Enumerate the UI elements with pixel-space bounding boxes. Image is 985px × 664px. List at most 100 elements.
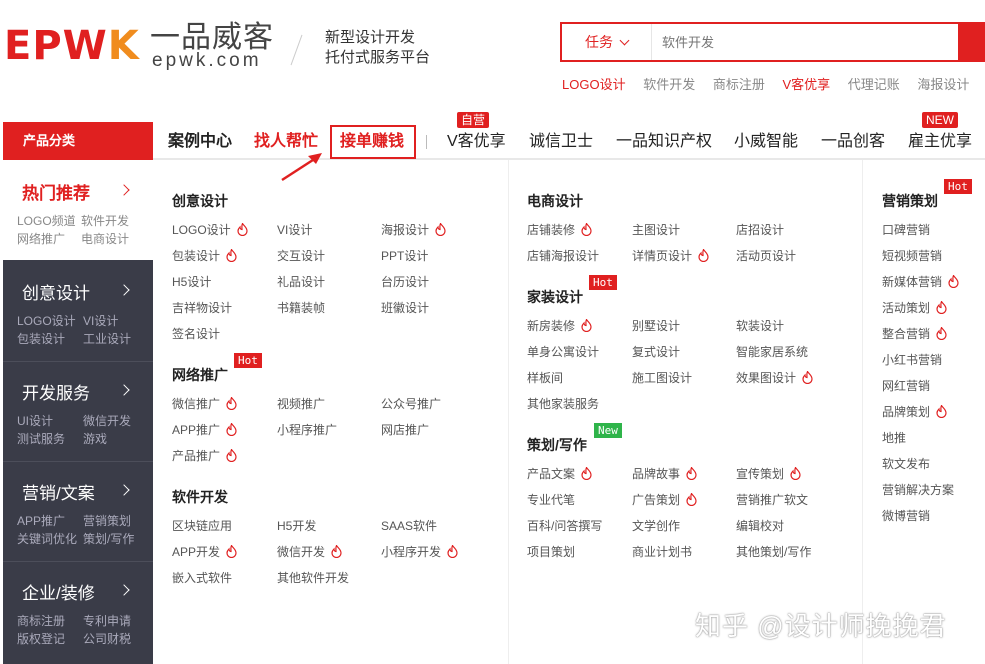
sidebar-sub-link[interactable]: 营销策划 (83, 512, 149, 530)
menu-link[interactable]: 宣传策划 (736, 466, 801, 482)
menu-link[interactable]: 新房装修 (527, 318, 592, 334)
sidebar-sub-link[interactable]: 游戏 (83, 430, 149, 448)
sidebar-item-hot[interactable]: 热门推荐 (22, 179, 90, 204)
menu-link[interactable]: 详情页设计 (632, 248, 709, 264)
nav-take-orders[interactable]: 接单赚钱 (340, 131, 404, 153)
nav-maker[interactable]: 一品创客 (821, 131, 885, 153)
sidebar-sub-link[interactable]: 电商设计 (81, 230, 145, 248)
sidebar-sub-link[interactable]: 公司财税 (83, 630, 149, 648)
sidebar-sub-link[interactable]: 策划/写作 (83, 530, 149, 548)
menu-link[interactable]: 小程序开发 (381, 544, 458, 560)
menu-link[interactable]: 专业代笔 (527, 492, 575, 508)
sidebar-item-marketing[interactable]: 营销/文案 (22, 479, 95, 504)
menu-link[interactable]: 文学创作 (632, 518, 680, 534)
sidebar-sub-link[interactable]: 软件开发 (81, 212, 145, 230)
sidebar-item-creative[interactable]: 创意设计 (22, 279, 90, 304)
menu-link[interactable]: 公众号推广 (381, 396, 441, 412)
menu-link[interactable]: 广告策划 (632, 492, 697, 508)
menu-link[interactable]: 品牌故事 (632, 466, 697, 482)
hot-link[interactable]: 海报设计 (917, 77, 969, 92)
search-input[interactable] (662, 32, 942, 52)
menu-link[interactable]: 百科/问答撰写 (527, 518, 602, 534)
sidebar-sub-link[interactable]: VI设计 (83, 312, 149, 330)
nav-case-center[interactable]: 案例中心 (168, 131, 232, 153)
menu-link[interactable]: 视频推广 (277, 396, 325, 412)
menu-link[interactable]: APP推广 (172, 422, 237, 438)
sidebar-sub-link[interactable]: APP推广 (17, 512, 83, 530)
menu-link[interactable]: 产品推广 (172, 448, 237, 464)
menu-link[interactable]: 海报设计 (381, 222, 446, 238)
product-category-header[interactable]: 产品分类 (3, 122, 153, 160)
menu-link[interactable]: 单身公寓设计 (527, 344, 599, 360)
brand-logo[interactable]: EPWK (4, 26, 140, 66)
menu-link[interactable]: 包装设计 (172, 248, 237, 264)
sidebar-sub-link[interactable]: 包装设计 (17, 330, 83, 348)
menu-link[interactable]: 嵌入式软件 (172, 570, 232, 586)
menu-link[interactable]: 网店推广 (381, 422, 429, 438)
menu-link[interactable]: 品牌策划 (882, 404, 947, 420)
menu-link[interactable]: 活动页设计 (736, 248, 796, 264)
menu-link[interactable]: 新媒体营销 (882, 274, 959, 290)
hot-link[interactable]: 商标注册 (713, 77, 765, 92)
sidebar-sub-link[interactable]: UI设计 (17, 412, 83, 430)
menu-link[interactable]: H5开发 (277, 518, 316, 534)
menu-link[interactable]: LOGO设计 (172, 222, 248, 238)
menu-link[interactable]: 小红书营销 (882, 352, 942, 368)
menu-link[interactable]: 软文发布 (882, 456, 930, 472)
menu-link[interactable]: 短视频营销 (882, 248, 942, 264)
menu-link[interactable]: PPT设计 (381, 248, 428, 264)
nav-vke[interactable]: V客优享 (447, 131, 506, 153)
sidebar-sub-link[interactable]: LOGO频道 (17, 212, 81, 230)
menu-link[interactable]: 其他策划/写作 (736, 544, 811, 560)
sidebar-sub-link[interactable]: 版权登记 (17, 630, 83, 648)
menu-link[interactable]: 店招设计 (736, 222, 784, 238)
menu-link[interactable]: 智能家居系统 (736, 344, 808, 360)
menu-link[interactable]: 编辑校对 (736, 518, 784, 534)
menu-link[interactable]: 地推 (882, 430, 906, 446)
menu-link[interactable]: 施工图设计 (632, 370, 692, 386)
sidebar-sub-link[interactable]: 关键词优化 (17, 530, 83, 548)
menu-link[interactable]: 口碑营销 (882, 222, 930, 238)
menu-link[interactable]: 整合营销 (882, 326, 947, 342)
menu-link[interactable]: 样板间 (527, 370, 563, 386)
menu-link[interactable]: 产品文案 (527, 466, 592, 482)
search-button[interactable] (958, 22, 985, 62)
sidebar-sub-link[interactable]: 工业设计 (83, 330, 149, 348)
menu-link[interactable]: 班徽设计 (381, 300, 429, 316)
menu-link[interactable]: APP开发 (172, 544, 237, 560)
sidebar-sub-link[interactable]: 网络推广 (17, 230, 81, 248)
menu-link[interactable]: H5设计 (172, 274, 211, 290)
menu-link[interactable]: 台历设计 (381, 274, 429, 290)
menu-link[interactable]: 吉祥物设计 (172, 300, 232, 316)
menu-link[interactable]: 店铺装修 (527, 222, 592, 238)
menu-link[interactable]: 别墅设计 (632, 318, 680, 334)
nav-ip[interactable]: 一品知识产权 (616, 131, 712, 153)
menu-link[interactable]: 软装设计 (736, 318, 784, 334)
hot-link[interactable]: 代理记账 (848, 77, 900, 92)
hot-link[interactable]: 软件开发 (643, 77, 695, 92)
menu-link[interactable]: 项目策划 (527, 544, 575, 560)
menu-link[interactable]: 微信开发 (277, 544, 342, 560)
menu-link[interactable]: 交互设计 (277, 248, 325, 264)
sidebar-sub-link[interactable]: LOGO设计 (17, 312, 83, 330)
menu-link[interactable]: SAAS软件 (381, 518, 437, 534)
menu-link[interactable]: 微信推广 (172, 396, 237, 412)
nav-ai[interactable]: 小威智能 (734, 131, 798, 153)
menu-link[interactable]: 复式设计 (632, 344, 680, 360)
menu-link[interactable]: 网红营销 (882, 378, 930, 394)
sidebar-item-enterprise[interactable]: 企业/装修 (22, 579, 95, 604)
sidebar-sub-link[interactable]: 商标注册 (17, 612, 83, 630)
menu-link[interactable]: 活动策划 (882, 300, 947, 316)
menu-link[interactable]: 其他软件开发 (277, 570, 349, 586)
nav-employer[interactable]: 雇主优享 (908, 131, 972, 153)
menu-link[interactable]: 区块链应用 (172, 518, 232, 534)
menu-link[interactable]: 书籍装帧 (277, 300, 325, 316)
menu-link[interactable]: 小程序推广 (277, 422, 337, 438)
menu-link[interactable]: VI设计 (277, 222, 312, 238)
menu-link[interactable]: 商业计划书 (632, 544, 692, 560)
menu-link[interactable]: 营销推广软文 (736, 492, 808, 508)
menu-link[interactable]: 效果图设计 (736, 370, 813, 386)
menu-link[interactable]: 店铺海报设计 (527, 248, 599, 264)
search-type-select[interactable]: 任务 (562, 24, 652, 60)
menu-link[interactable]: 签名设计 (172, 326, 220, 342)
